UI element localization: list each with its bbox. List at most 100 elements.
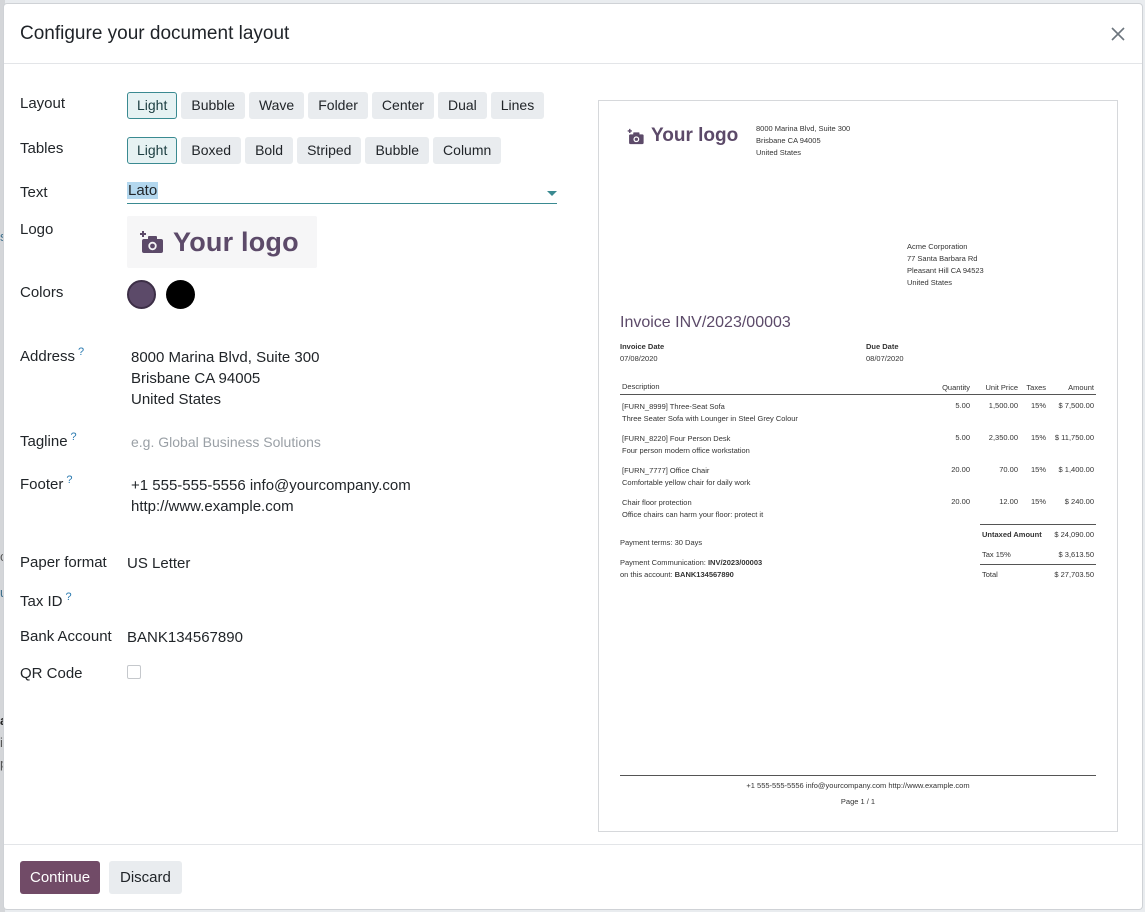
line-tax: 15% (1030, 465, 1046, 474)
address-line: United States (131, 391, 222, 408)
help-icon[interactable]: ? (78, 346, 84, 358)
layout-dialog: Configure your document layout Layout Li… (4, 4, 1142, 909)
preview-footer: +1 555-555-5556 info@yourcompany.com htt… (746, 781, 970, 790)
line-amount: $ 240.00 (1064, 497, 1094, 506)
layout-option-center[interactable]: Center (371, 92, 434, 119)
layout-option-light[interactable]: Light (127, 92, 178, 119)
paper-format-select[interactable]: US Letter (127, 555, 190, 572)
tax-value: $ 3,613.50 (1058, 549, 1094, 559)
address-field[interactable]: 8000 Marina Blvd, Suite 300 Brisbane CA … (131, 347, 319, 410)
layout-option-lines[interactable]: Lines (490, 92, 545, 119)
background-text-fragment: i (0, 735, 3, 750)
camera-plus-icon (627, 128, 644, 144)
total-row: Total $ 27,703.50 (980, 564, 1096, 584)
preview-page-number: Page 1 / 1 (840, 797, 876, 806)
layout-option-bubble[interactable]: Bubble (181, 92, 245, 119)
preview-payment-info: Payment terms: 30 Days Payment Communica… (620, 537, 762, 581)
qr-code-label: QR Code (20, 665, 83, 682)
layout-option-wave[interactable]: Wave (248, 92, 305, 119)
preview-invoice-title: Invoice INV/2023/00003 (620, 314, 791, 331)
preview-due-date: Due Date 08/07/2020 (866, 341, 904, 365)
tables-label: Tables (20, 140, 64, 157)
font-select[interactable]: Lato (127, 182, 557, 204)
line-tax: 15% (1030, 401, 1046, 410)
secondary-color-swatch[interactable] (166, 280, 195, 309)
continue-button[interactable]: Continue (20, 861, 101, 894)
untaxed-amount-label: Untaxed Amount (982, 530, 1042, 539)
tagline-input[interactable]: e.g. Global Business Solutions (131, 432, 321, 453)
text-label: Text (20, 184, 48, 201)
footer-line: +1 555-555-5556 info@yourcompany.com (131, 477, 411, 494)
tables-option-boxed[interactable]: Boxed (181, 137, 242, 164)
layout-label: Layout (20, 95, 66, 112)
line-description: Office chairs can harm your floor: prote… (622, 510, 764, 519)
column-header: Description (622, 382, 660, 391)
layout-options: Light Bubble Wave Folder Center Dual Lin… (127, 92, 545, 119)
line-qty: 20.00 (951, 497, 970, 506)
tables-option-bubble[interactable]: Bubble (365, 137, 430, 164)
dialog-title: Configure your document layout (20, 23, 290, 44)
line-product: Chair floor protection (622, 498, 692, 507)
tables-option-light[interactable]: Light (127, 137, 178, 164)
help-icon[interactable]: ? (71, 431, 77, 443)
tables-option-column[interactable]: Column (433, 137, 502, 164)
preview-invoice-date: Invoice Date 07/08/2020 (620, 341, 664, 365)
discard-button[interactable]: Discard (109, 861, 182, 894)
line-tax: 15% (1030, 497, 1046, 506)
preview-due-date-value: 08/07/2020 (866, 354, 904, 363)
address-label: Address? (20, 346, 85, 365)
preview-footer-divider (620, 775, 1096, 776)
camera-plus-icon (140, 231, 163, 253)
tables-option-bold[interactable]: Bold (245, 137, 294, 164)
tax-label: Tax 15% (982, 549, 1011, 559)
bank-account-value[interactable]: BANK134567890 (127, 629, 243, 646)
logo-upload[interactable]: Your logo (127, 216, 317, 268)
footer-line: http://www.example.com (131, 498, 294, 515)
line-amount: $ 1,400.00 (1058, 465, 1094, 474)
line-product: [FURN_8220] Four Person Desk (622, 434, 731, 443)
table-row: [FURN_7777] Office Chair Comfortable yell… (620, 459, 1096, 491)
bank-account-label: Bank Account (20, 628, 112, 645)
preview-table-header: Description Quantity Unit Price Taxes Am… (620, 380, 1096, 395)
help-icon[interactable]: ? (66, 474, 72, 486)
layout-option-folder[interactable]: Folder (308, 92, 368, 119)
table-row: [FURN_8220] Four Person Desk Four person … (620, 427, 1096, 459)
line-product: [FURN_8999] Three-Seat Sofa (622, 402, 725, 411)
footer-field[interactable]: +1 555-555-5556 info@yourcompany.com htt… (131, 475, 411, 517)
untaxed-amount-value: $ 24,090.00 (1054, 530, 1094, 539)
help-icon[interactable]: ? (66, 591, 72, 603)
line-tax: 15% (1030, 433, 1046, 442)
tax-id-label: Tax ID? (20, 591, 72, 610)
payment-terms: Payment terms: 30 Days (620, 538, 703, 547)
primary-color-swatch[interactable] (127, 280, 156, 309)
total-label: Total (982, 570, 998, 579)
column-header: Taxes (1026, 382, 1046, 392)
address-line: Brisbane CA 94005 (131, 370, 261, 387)
preview-address-line: Acme Corporation (907, 242, 968, 251)
close-icon[interactable] (1108, 24, 1128, 44)
tables-option-striped[interactable]: Striped (297, 137, 362, 164)
dialog-footer: Continue Discard (4, 844, 1142, 909)
preview-address-line: Brisbane CA 94005 (756, 136, 821, 145)
column-header: Unit Price (985, 382, 1018, 392)
payment-communication: Payment Communication: INV/2023/00003 (620, 558, 763, 567)
caret-down-icon (547, 191, 557, 196)
preview-invoice-date-label: Invoice Date (620, 342, 665, 351)
preview-invoice-date-value: 07/08/2020 (620, 354, 658, 363)
preview-logo-text: Your logo (651, 125, 739, 146)
qr-code-checkbox[interactable] (127, 665, 141, 679)
preview-due-date-label: Due Date (866, 342, 899, 351)
preview-totals: Untaxed Amount $ 24,090.00 Tax 15% $ 3,6… (980, 524, 1096, 584)
line-description: Four person modern office workstation (622, 446, 750, 455)
line-qty: 5.00 (955, 433, 970, 442)
column-header: Amount (1068, 382, 1094, 392)
line-qty: 5.00 (955, 401, 970, 410)
tables-options: Light Boxed Bold Striped Bubble Column (127, 137, 502, 164)
preview-logo: Your logo (627, 125, 738, 147)
preview-company-address: 8000 Marina Blvd, Suite 300 Brisbane CA … (756, 123, 850, 159)
layout-option-dual[interactable]: Dual (437, 92, 487, 119)
table-row: Chair floor protection Office chairs can … (620, 491, 1096, 523)
logo-label: Logo (20, 221, 54, 238)
preview-address-line: United States (907, 278, 953, 287)
dialog-body: Layout Light Bubble Wave Folder Center D… (4, 65, 1142, 843)
